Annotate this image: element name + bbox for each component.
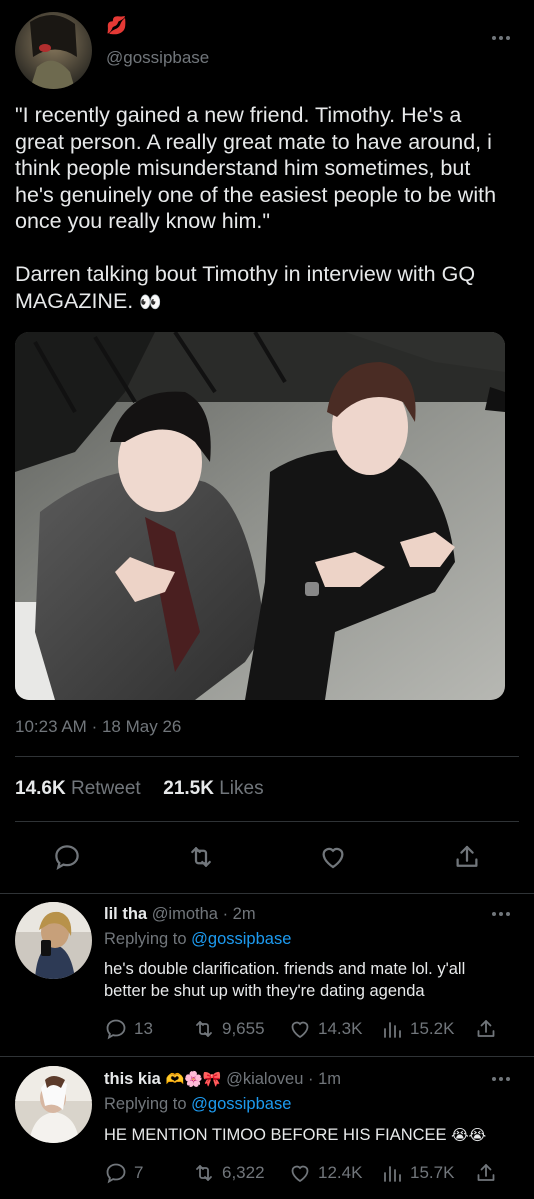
more-icon[interactable] [492, 1077, 510, 1081]
views-count: 15.2K [410, 1019, 455, 1038]
reply-action-bar: 7 6,322 12.4K 15.7K [104, 1161, 500, 1187]
replying-to: Replying to @gossipbase [104, 930, 291, 949]
like-count: 12.4K [318, 1163, 363, 1182]
reply-author-handle[interactable]: @kialoveu [226, 1070, 303, 1088]
tweet-timestamp[interactable]: 10:23 AM · 18 May 26 [15, 717, 181, 737]
replying-to-link[interactable]: @gossipbase [191, 1095, 291, 1113]
reply-header: lil tha @imotha · 2m [104, 905, 256, 924]
tweet-text-line: think people misunderstand him sometimes… [15, 156, 471, 180]
retweet-count: 9,655 [222, 1019, 265, 1038]
tweet-text-line: MAGAZINE. 👀 [15, 288, 527, 316]
replying-to-label: Replying to [104, 1095, 187, 1113]
retweet-icon [196, 1021, 212, 1037]
tweet-text-line: Darren talking bout Timothy in interview… [15, 262, 476, 286]
retweet-count: 6,322 [222, 1163, 265, 1182]
reply-avatar[interactable] [15, 902, 92, 979]
retweet-stat[interactable]: 14.6K Retweet [15, 778, 146, 799]
tweet-text-line: great person. A really great mate to hav… [15, 129, 492, 154]
separator-dot: · [91, 717, 98, 736]
likes-label: Likes [219, 778, 264, 799]
name-emojis: 🫶🌸🎀 [165, 1071, 222, 1088]
reply-author-handle[interactable]: @imotha [152, 905, 218, 923]
retweet-icon[interactable] [186, 842, 216, 872]
reply-count: 7 [134, 1163, 144, 1182]
likes-count: 21.5K [163, 778, 214, 799]
reply-text: HE MENTION TIMOO BEFORE HIS FIANCEE 😭😭 [104, 1124, 486, 1147]
reply-icon [106, 1019, 126, 1040]
tweet-time: 10:23 AM [15, 717, 87, 736]
heart-icon[interactable] [318, 842, 348, 872]
reply-author-name[interactable]: this kia [104, 1070, 161, 1088]
like-button[interactable]: 12.4K [288, 1161, 362, 1185]
like-count: 14.3K [318, 1019, 363, 1038]
more-icon[interactable] [492, 36, 510, 40]
reply-button[interactable]: 13 [104, 1017, 153, 1041]
verified-lips-emoji: 💋 [106, 16, 128, 35]
divider [0, 893, 534, 894]
separator-dot: · [307, 1070, 314, 1088]
tweet-photo[interactable] [15, 332, 505, 700]
engagement-stats: 14.6K Retweet 21.5K Likes [15, 778, 264, 800]
reply-text-line: he's double clarification. friends and m… [104, 960, 466, 978]
separator-dot: · [222, 905, 229, 923]
reply-age[interactable]: 1m [318, 1070, 341, 1088]
replying-to-label: Replying to [104, 930, 187, 948]
divider [15, 821, 519, 822]
reply-icon [106, 1163, 126, 1184]
reply-icon[interactable] [52, 842, 82, 872]
views-icon [384, 1166, 401, 1182]
eyes-emoji: 👀 [139, 291, 162, 312]
share-icon[interactable] [452, 842, 482, 872]
reply-avatar[interactable] [15, 1066, 92, 1143]
replying-to: Replying to @gossipbase [104, 1095, 291, 1114]
reply-text: he's double clarification. friends and m… [104, 958, 465, 1002]
views-button[interactable]: 15.2K [382, 1017, 454, 1041]
likes-stat[interactable]: 21.5K Likes [163, 778, 263, 799]
reply-header: this kia 🫶🌸🎀 @kialoveu · 1m [104, 1070, 341, 1089]
tweet-text: "I recently gained a new friend. Timothy… [15, 102, 527, 315]
replying-to-link[interactable]: @gossipbase [191, 930, 291, 948]
author-avatar[interactable] [15, 12, 92, 89]
tweet-date: 18 May 26 [101, 717, 182, 736]
reply-button[interactable]: 7 [104, 1161, 143, 1185]
reply-text-emojis: 😭😭 [451, 1127, 487, 1144]
reply-author-name[interactable]: lil tha [104, 905, 147, 923]
divider [15, 756, 519, 757]
retweet-label: Retweet [70, 778, 141, 799]
share-icon[interactable] [474, 1017, 498, 1041]
views-count: 15.7K [410, 1163, 455, 1182]
retweet-button[interactable]: 6,322 [192, 1161, 265, 1185]
reply-action-bar: 13 9,655 14.3K 15.2K [104, 1017, 500, 1043]
divider [0, 1056, 534, 1057]
views-button[interactable]: 15.7K [382, 1161, 454, 1185]
heart-icon [291, 1165, 309, 1183]
views-icon [384, 1022, 401, 1038]
retweet-icon [196, 1165, 212, 1181]
reply-count: 13 [134, 1019, 153, 1038]
tweet-text-line: "I recently gained a new friend. Timothy… [15, 103, 462, 127]
share-icon[interactable] [474, 1161, 498, 1185]
heart-icon [291, 1021, 309, 1039]
retweet-count: 14.6K [15, 778, 66, 799]
author-handle[interactable]: @gossipbase [106, 48, 209, 68]
tweet-text-span: MAGAZINE. [15, 288, 134, 313]
tweet-text-line: once you really know him." [15, 209, 270, 233]
tweet-text-line: he's genuinely one of the easiest people… [15, 182, 497, 207]
retweet-button[interactable]: 9,655 [192, 1017, 265, 1041]
more-icon[interactable] [492, 912, 510, 916]
reply-text-line: better be shut up with they're dating ag… [104, 982, 425, 1000]
reply-text-line: HE MENTION TIMOO BEFORE HIS FIANCEE [104, 1126, 447, 1144]
like-button[interactable]: 14.3K [288, 1017, 362, 1041]
reply-age[interactable]: 2m [233, 905, 256, 923]
